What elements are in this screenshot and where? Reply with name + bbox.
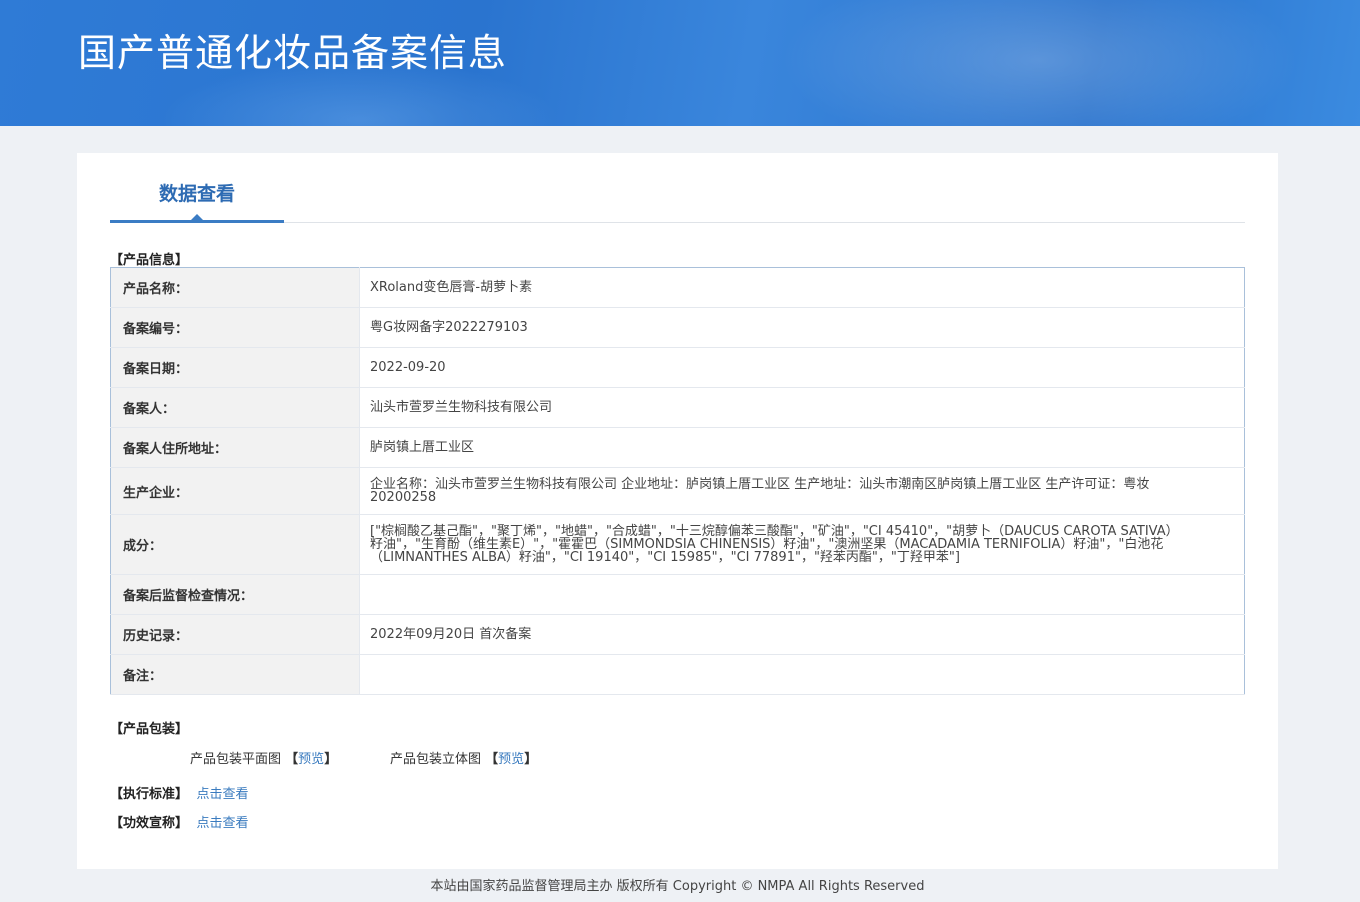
row-key: 备案编号： <box>110 307 360 348</box>
row-key: 备案人： <box>110 387 360 428</box>
packaging-flat-label: 产品包装平面图 <box>190 752 282 767</box>
packaging-stereo: 产品包装立体图 【预览】 <box>390 748 537 767</box>
table-row: 备案人住所地址： 胪岗镇上厝工业区 <box>110 427 1245 468</box>
row-key: 备注： <box>110 654 360 695</box>
product-info-table: 产品名称： XRoland变色唇膏-胡萝卜素 备案编号： 粤G妆网备字20222791… <box>110 267 1245 695</box>
table-row: 产品名称： XRoland变色唇膏-胡萝卜素 <box>110 267 1245 308</box>
standard-view-link[interactable]: 点击查看 <box>197 787 249 802</box>
efficacy-view-link[interactable]: 点击查看 <box>197 816 249 831</box>
bracket-close: 】 <box>324 752 338 767</box>
page-title: 国产普通化妆品备案信息 <box>78 31 508 75</box>
content-card: 数据查看 【产品信息】 产品名称： XRoland变色唇膏-胡萝卜素 备案编号： 粤G… <box>77 153 1278 869</box>
header-banner: 国产普通化妆品备案信息 <box>0 0 1360 126</box>
table-row: 生产企业： 企业名称：汕头市萱罗兰生物科技有限公司 企业地址：胪岗镇上厝工业区 生… <box>110 467 1245 515</box>
row-value: 2022-09-20 <box>359 347 1245 388</box>
row-value: 汕头市萱罗兰生物科技有限公司 <box>359 387 1245 428</box>
table-row: 备案人： 汕头市萱罗兰生物科技有限公司 <box>110 387 1245 428</box>
footer: 本站由国家药品监督管理局主办 版权所有 Copyright © NMPA All… <box>430 879 925 894</box>
section-standard: 【执行标准】 点击查看 <box>110 783 249 802</box>
table-row: 备注： <box>110 654 1245 695</box>
row-key: 历史记录： <box>110 614 360 655</box>
table-row: 历史记录： 2022年09月20日 首次备案 <box>110 614 1245 655</box>
table-row: 备案日期： 2022-09-20 <box>110 347 1245 388</box>
table-row: 备案后监督检查情况： <box>110 574 1245 615</box>
row-value: 企业名称：汕头市萱罗兰生物科技有限公司 企业地址：胪岗镇上厝工业区 生产地址：汕… <box>359 467 1245 515</box>
row-key: 成分： <box>110 514 360 575</box>
packaging-stereo-preview-link[interactable]: 预览 <box>498 752 524 767</box>
row-value: 胪岗镇上厝工业区 <box>359 427 1245 468</box>
bracket-open: 【 <box>285 752 299 767</box>
packaging-flat: 产品包装平面图 【预览】 <box>190 748 337 767</box>
packaging-stereo-label: 产品包装立体图 <box>390 752 482 767</box>
section-efficacy: 【功效宣称】 点击查看 <box>110 812 249 831</box>
row-value <box>359 574 1245 615</box>
bracket-open: 【 <box>485 752 499 767</box>
tab-bar: 数据查看 <box>110 153 1245 223</box>
row-key: 生产企业： <box>110 467 360 515</box>
row-value: 粤G妆网备字2022279103 <box>359 307 1245 348</box>
section-efficacy-label: 【功效宣称】 <box>110 816 189 831</box>
packaging-flat-preview-link[interactable]: 预览 <box>298 752 324 767</box>
row-value: ["棕榈酸乙基己酯"，"聚丁烯"，"地蜡"，"合成蜡"，"十三烷醇偏苯三酸酯"，… <box>359 514 1245 575</box>
row-key: 产品名称： <box>110 267 360 308</box>
section-standard-label: 【执行标准】 <box>110 787 189 802</box>
banner-glow <box>780 0 1300 126</box>
section-product-info: 【产品信息】 <box>110 253 189 268</box>
bracket-close: 】 <box>524 752 538 767</box>
row-value: 2022年09月20日 首次备案 <box>359 614 1245 655</box>
tab-underline <box>110 220 284 223</box>
row-key: 备案日期： <box>110 347 360 388</box>
table-row: 成分： ["棕榈酸乙基己酯"，"聚丁烯"，"地蜡"，"合成蜡"，"十三烷醇偏苯三酸… <box>110 514 1245 575</box>
row-value <box>359 654 1245 695</box>
section-packaging: 【产品包装】 <box>110 722 189 737</box>
tab-data-view[interactable]: 数据查看 <box>110 179 284 206</box>
row-key: 备案后监督检查情况： <box>110 574 360 615</box>
row-value: XRoland变色唇膏-胡萝卜素 <box>359 267 1245 308</box>
row-key: 备案人住所地址： <box>110 427 360 468</box>
table-row: 备案编号： 粤G妆网备字2022279103 <box>110 307 1245 348</box>
